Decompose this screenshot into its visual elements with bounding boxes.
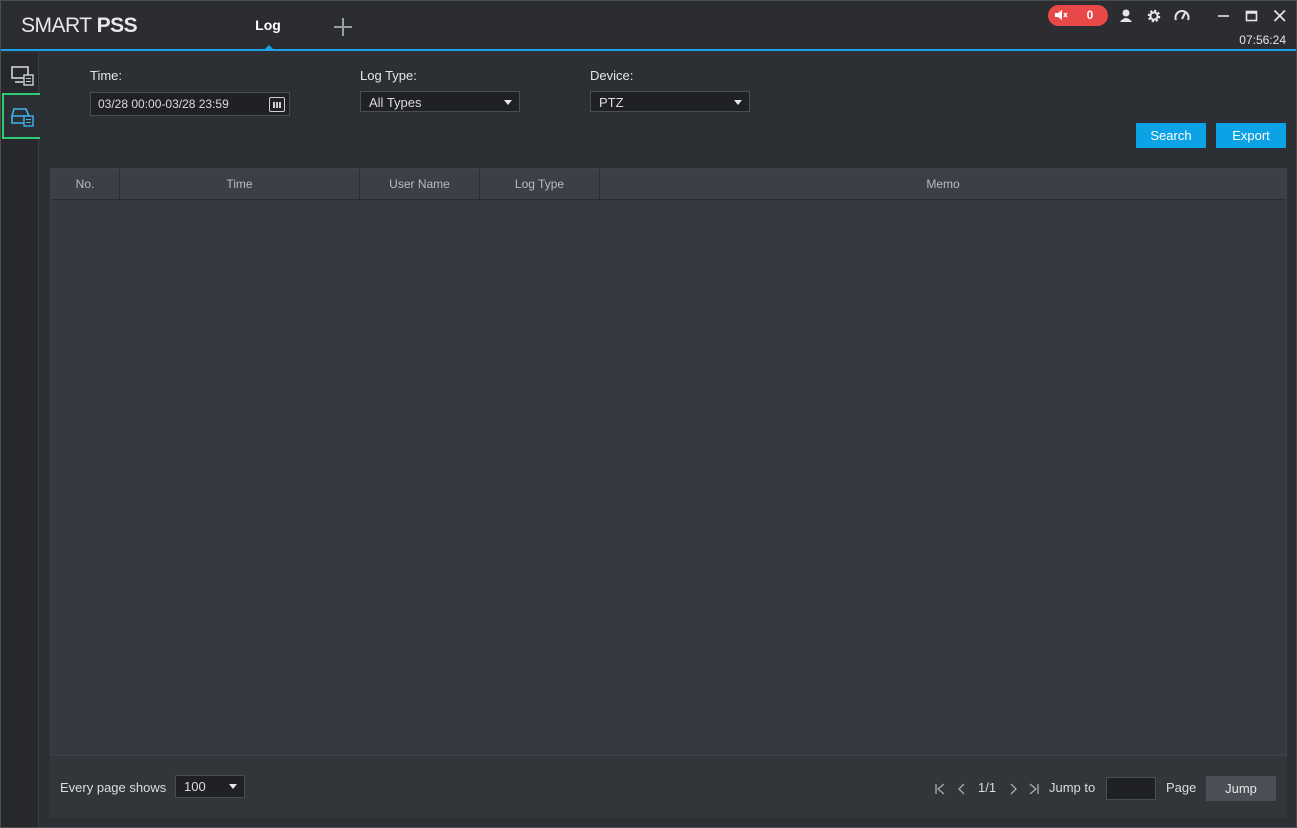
user-icon[interactable] — [1117, 7, 1135, 25]
plus-icon[interactable] — [329, 13, 357, 41]
first-page-icon[interactable] — [934, 783, 946, 795]
page-size-select[interactable]: 100 — [175, 775, 245, 798]
search-button[interactable]: Search — [1136, 123, 1206, 148]
clock-display: 07:56:24 — [1239, 33, 1286, 47]
column-header-user-name[interactable]: User Name — [360, 169, 480, 199]
chevron-down-icon — [504, 100, 512, 105]
minimize-icon[interactable] — [1215, 7, 1233, 25]
table-body — [51, 200, 1286, 755]
gauge-icon[interactable] — [1173, 7, 1191, 25]
jump-button[interactable]: Jump — [1206, 776, 1276, 801]
speaker-mute-icon — [1055, 10, 1068, 20]
main-panel: Time: 03/28 00:00-03/28 23:59 Log Type: … — [40, 53, 1296, 827]
title-bar: SMART PSS Log 0 07:56:24 — [1, 1, 1296, 51]
previous-page-icon[interactable] — [956, 783, 968, 795]
page-size-label: Every page shows — [60, 780, 167, 795]
log-type-value: All Types — [369, 95, 422, 110]
page-label: Page — [1166, 780, 1197, 795]
calendar-icon[interactable] — [269, 97, 285, 112]
left-rail — [1, 53, 43, 827]
time-label: Time: — [90, 68, 123, 83]
log-table: No. Time User Name Log Type Memo — [50, 168, 1287, 756]
log-type-select[interactable]: All Types — [360, 91, 520, 112]
alarm-button[interactable]: 0 — [1048, 5, 1108, 26]
export-button[interactable]: Export — [1216, 123, 1286, 148]
active-tab-indicator — [265, 45, 273, 49]
column-header-memo[interactable]: Memo — [600, 169, 1286, 199]
close-icon[interactable] — [1271, 7, 1289, 25]
log-type-label: Log Type: — [360, 68, 417, 83]
tab-log-label: Log — [255, 17, 281, 33]
rail-item-client-log[interactable] — [2, 93, 43, 139]
tab-log[interactable]: Log — [241, 1, 295, 49]
next-page-icon[interactable] — [1007, 783, 1019, 795]
jump-to-label: Jump to — [1049, 780, 1096, 795]
maximize-icon[interactable] — [1243, 7, 1261, 25]
alarm-count: 0 — [1086, 8, 1094, 22]
app-window: SMART PSS Log 0 07:56:24 Time: 03/28 00:… — [0, 0, 1297, 828]
app-logo: SMART PSS — [21, 14, 138, 38]
last-page-icon[interactable] — [1028, 783, 1040, 795]
page-indicator: 1/1 — [978, 780, 997, 795]
jump-page-input[interactable] — [1106, 777, 1156, 800]
brand-bold: PSS — [96, 14, 138, 37]
column-header-no[interactable]: No. — [51, 169, 120, 199]
chevron-down-icon — [734, 100, 742, 105]
device-label: Device: — [590, 68, 634, 83]
page-size-value: 100 — [184, 779, 206, 794]
device-value: PTZ — [599, 95, 624, 110]
column-header-log-type[interactable]: Log Type — [480, 169, 600, 199]
gear-icon[interactable] — [1145, 7, 1163, 25]
time-range-field[interactable]: 03/28 00:00-03/28 23:59 — [90, 92, 290, 116]
device-select[interactable]: PTZ — [590, 91, 750, 112]
time-range-value: 03/28 00:00-03/28 23:59 — [98, 97, 229, 111]
device-log-icon — [11, 66, 34, 86]
chevron-down-icon — [229, 784, 237, 789]
table-header: No. Time User Name Log Type Memo — [51, 169, 1286, 200]
column-header-time[interactable]: Time — [120, 169, 360, 199]
pagination-bar: Every page shows 100 1/1 Jump to Page Ju… — [50, 756, 1287, 818]
brand-light: SMART — [21, 14, 97, 37]
client-log-icon — [11, 108, 34, 127]
